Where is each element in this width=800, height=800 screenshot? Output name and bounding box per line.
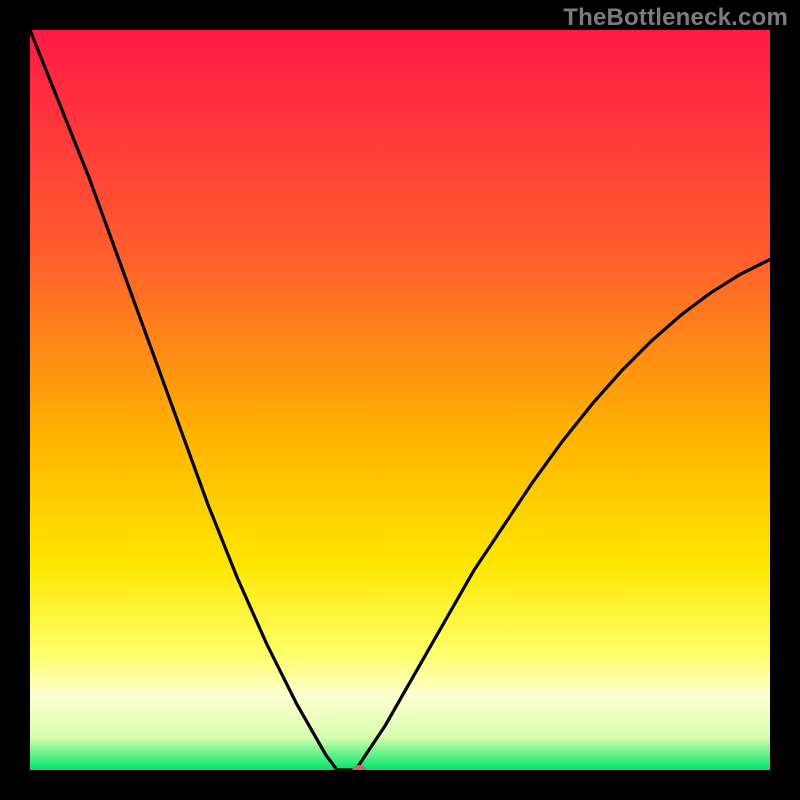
gradient-background: [30, 30, 770, 770]
chart-frame: TheBottleneck.com: [0, 0, 800, 800]
plot-svg: [30, 30, 770, 770]
plot-area: [30, 30, 770, 770]
watermark-text: TheBottleneck.com: [563, 4, 788, 32]
